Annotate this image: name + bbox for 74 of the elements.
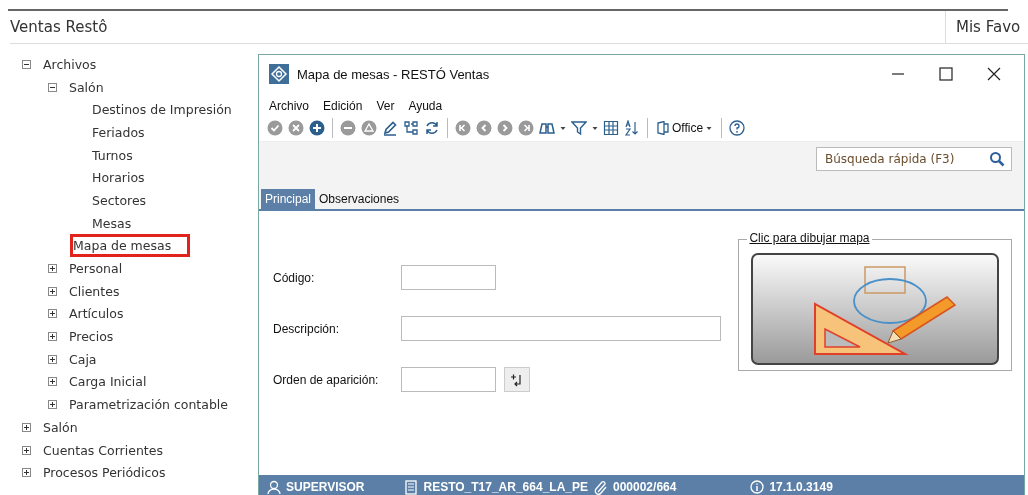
office-button[interactable]: Office [655, 121, 715, 135]
expand-icon[interactable] [48, 400, 57, 410]
status-text: SUPERVISOR [286, 480, 365, 494]
tree-item[interactable]: Personal [69, 260, 131, 278]
tree-item[interactable]: Mapa de mesas [70, 234, 191, 258]
input-field[interactable] [401, 316, 721, 341]
maximize-icon[interactable] [939, 67, 953, 81]
expand-icon[interactable] [48, 377, 57, 387]
field-label: Descripción: [273, 321, 341, 336]
expand-icon[interactable] [22, 468, 31, 478]
status-text: 000002/664 [613, 480, 677, 494]
plus-circle-icon[interactable] [309, 120, 325, 136]
tree-item[interactable]: Clientes [69, 282, 128, 300]
tree-item[interactable]: Precios [69, 328, 122, 346]
close-icon[interactable] [987, 67, 1001, 81]
expand-icon[interactable] [48, 309, 57, 319]
tree-item[interactable]: Caja [69, 350, 105, 368]
tab[interactable]: Principal [261, 189, 316, 209]
document-icon [657, 121, 669, 135]
collapse-icon[interactable] [22, 59, 31, 69]
tree-item[interactable]: Horarios [92, 169, 153, 187]
user-icon [267, 479, 281, 495]
favorites-title: Mis Favo [945, 11, 1021, 43]
sort-icon[interactable] [624, 120, 640, 136]
tree-item[interactable]: Artículos [69, 305, 132, 323]
field-label: Orden de aparición: [273, 372, 380, 387]
app-title: Ventas Restô [10, 18, 109, 36]
hierarchy-icon[interactable] [403, 120, 419, 136]
paperclip-icon [594, 479, 608, 495]
tree-item[interactable]: Sectores [92, 191, 155, 209]
info-icon [750, 479, 765, 495]
expand-icon[interactable] [48, 332, 57, 342]
tree-item[interactable]: Carga Inicial [69, 373, 155, 391]
window-title: Mapa de mesas - RESTÓ Ventas [297, 66, 490, 82]
expand-icon[interactable] [22, 422, 31, 432]
input-field[interactable] [401, 265, 496, 290]
refresh-icon[interactable] [424, 120, 440, 136]
expand-icon[interactable] [48, 264, 57, 274]
group-legend: Clic para dibujar mapa [747, 231, 872, 245]
menu-item[interactable]: Edición [323, 99, 363, 113]
tree-item[interactable]: Procesos Periódicos [43, 464, 174, 482]
app-logo-icon [269, 64, 289, 84]
tree-item[interactable]: Archivos [43, 55, 105, 73]
menu-item[interactable]: Ver [376, 99, 395, 113]
tree-item[interactable]: Mesas [92, 214, 140, 232]
tab[interactable]: Observaciones [315, 189, 404, 209]
tree-item[interactable]: Destinos de Impresión [92, 101, 240, 119]
search-icon[interactable] [989, 151, 1005, 167]
status-text: 17.1.0.3149 [769, 480, 833, 494]
tree-item[interactable]: Parametrización contable [69, 396, 237, 414]
help-icon[interactable] [729, 120, 746, 136]
status-text: RESTO_T17_AR_664_LA_PE [423, 480, 588, 494]
tree-item[interactable]: Turnos [92, 146, 141, 164]
filter-icon[interactable] [571, 120, 587, 136]
field-label: Código: [273, 270, 316, 285]
menu-item[interactable]: Archivo [269, 99, 309, 113]
tree-item[interactable]: Salón [43, 418, 86, 436]
search-field[interactable]: Búsqueda rápida (F3) [816, 147, 1012, 171]
input-field[interactable] [401, 367, 496, 392]
binoculars-icon[interactable] [539, 120, 555, 136]
arrows-icon [510, 372, 524, 387]
collapse-icon[interactable] [48, 82, 57, 92]
expand-icon[interactable] [48, 286, 57, 296]
menu-item[interactable]: Ayuda [408, 99, 443, 113]
expand-icon[interactable] [48, 354, 57, 364]
server-icon [404, 479, 419, 495]
draw-map-button[interactable] [751, 253, 1000, 365]
expand-icon[interactable] [22, 445, 31, 455]
pencil-icon[interactable] [382, 120, 398, 136]
grid-icon[interactable] [603, 120, 619, 136]
tree-item[interactable]: Salón [69, 78, 112, 96]
tree-item[interactable]: Cuentas Corrientes [43, 441, 171, 459]
renumber-button[interactable] [504, 367, 530, 392]
tree-item[interactable]: Feriados [92, 123, 153, 141]
